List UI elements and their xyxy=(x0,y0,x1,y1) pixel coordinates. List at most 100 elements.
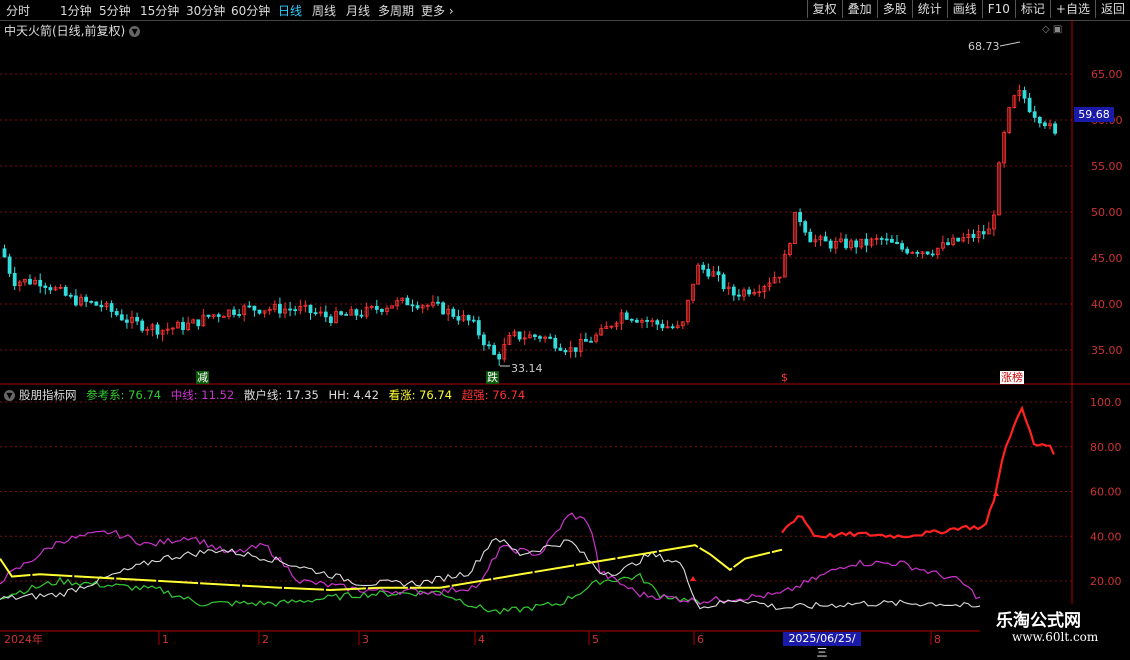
series-sanhuxian xyxy=(0,537,981,611)
candle-body xyxy=(558,347,563,351)
marker-die[interactable]: 跌 xyxy=(486,371,499,384)
candle-body xyxy=(74,295,78,306)
indicator-name[interactable]: 股朋指标网 xyxy=(19,388,77,402)
candle-body xyxy=(517,331,522,340)
candle-body xyxy=(864,238,869,246)
candle-body xyxy=(884,238,889,241)
date-highlight: 2025/06/25/三 xyxy=(783,632,861,659)
current-price-badge: 59.68 xyxy=(1074,107,1114,122)
price-tick-label: 40.00 xyxy=(1091,298,1123,311)
candle-body xyxy=(492,345,497,355)
candle-body xyxy=(119,314,124,321)
x-axis-label: 2 xyxy=(262,633,269,646)
candle-body xyxy=(563,349,568,353)
price-tick-label: 65.00 xyxy=(1091,68,1123,81)
marker-zhangbang[interactable]: 涨榜 xyxy=(1000,371,1024,384)
candle-body xyxy=(481,334,486,346)
marker-dollar[interactable]: $ xyxy=(780,371,789,384)
candle-body xyxy=(1022,90,1027,99)
candle-body xyxy=(451,308,456,317)
x-axis-label: 3 xyxy=(362,633,369,646)
candle-body xyxy=(379,309,384,312)
max-price-label: 68.73 xyxy=(968,40,1000,53)
candle-body xyxy=(99,304,104,308)
candle-body xyxy=(257,309,262,314)
series-cankaoxi xyxy=(0,572,701,615)
indicator-legend: ▼ 股朋指标网 参考系: 76.74 中线: 11.52 散户线: 17.35 H… xyxy=(4,387,531,403)
legend-sanhuxian: 散户线: 17.35 xyxy=(243,388,319,402)
candle-body xyxy=(716,271,721,276)
candle-body xyxy=(252,305,257,311)
signal-arrow-up xyxy=(993,490,999,496)
x-axis-label: 8 xyxy=(934,633,941,646)
candle-body xyxy=(925,251,930,255)
candle-body xyxy=(584,339,588,342)
diamond-icon[interactable]: ◇ xyxy=(1042,24,1050,35)
candle-body xyxy=(155,324,160,335)
candle-body xyxy=(28,278,32,285)
candle-body xyxy=(854,240,859,248)
candle-body xyxy=(196,319,201,327)
stock-title-text: 中天火箭(日线,前复权) xyxy=(4,24,126,38)
chart-canvas[interactable]: 65.00 60.00 55.00 50.00 45.00 40.00 35.00 100.0… xyxy=(0,0,1130,650)
x-axis-label: 1 xyxy=(162,633,169,646)
candle-body xyxy=(410,304,415,307)
candle-body xyxy=(48,287,53,291)
candle-body xyxy=(553,338,558,349)
candle-body xyxy=(216,314,221,317)
chart-options-icons[interactable]: ◇ ▣ xyxy=(1042,24,1062,35)
chevron-down-icon[interactable]: ▼ xyxy=(129,26,141,37)
candle-body xyxy=(497,354,502,360)
candle-body xyxy=(971,233,976,238)
candle-body xyxy=(94,301,99,306)
x-axis-label: 4 xyxy=(478,633,485,646)
series-chaoqiang xyxy=(781,405,1056,540)
candle-body xyxy=(660,323,665,329)
indicator-tick-label: 60.00 xyxy=(1090,486,1122,499)
candle-body xyxy=(823,236,828,242)
candle-body xyxy=(706,268,711,277)
main-chart-title[interactable]: 中天火箭(日线,前复权) ▼ xyxy=(4,22,141,39)
max-arrow xyxy=(999,41,1021,47)
candle-body xyxy=(221,316,226,318)
candle-body xyxy=(635,319,639,323)
candle-body xyxy=(879,238,884,240)
marker-jian[interactable]: 减 xyxy=(196,371,209,384)
candle-body xyxy=(68,294,73,297)
candle-body xyxy=(915,251,920,254)
candle-body xyxy=(441,302,446,315)
candle-body xyxy=(548,336,553,339)
candle-body xyxy=(374,306,379,310)
candle-body xyxy=(1053,123,1057,134)
candle-body xyxy=(313,312,318,315)
min-price-label: 33.14 xyxy=(511,362,543,375)
candle-body xyxy=(803,221,808,233)
indicator-tick-label: 100.0 xyxy=(1090,396,1122,409)
candle-body xyxy=(670,326,675,329)
candle-body xyxy=(905,248,910,254)
candle-body xyxy=(721,274,726,290)
watermark-url: www.60lt.com xyxy=(1012,630,1099,644)
candle-body xyxy=(533,334,537,338)
candle-body xyxy=(232,309,236,315)
price-tick-label: 55.00 xyxy=(1091,160,1123,173)
chevron-down-icon[interactable]: ▼ xyxy=(4,390,15,401)
candle-body xyxy=(89,300,94,303)
candle-body xyxy=(808,231,813,243)
candle-body xyxy=(701,264,706,270)
candle-body xyxy=(1032,111,1037,118)
signal-arrow-up xyxy=(690,576,696,581)
candle-body xyxy=(354,309,359,316)
price-tick-label: 35.00 xyxy=(1091,344,1123,357)
panel-icon[interactable]: ▣ xyxy=(1053,24,1062,35)
candle-body xyxy=(415,305,420,309)
candle-body xyxy=(140,320,145,331)
candle-body xyxy=(466,315,471,321)
indicator-tick-label: 40.00 xyxy=(1090,530,1122,543)
price-tick-label: 45.00 xyxy=(1091,252,1123,265)
candle-body xyxy=(277,303,282,314)
candle-body xyxy=(328,316,333,323)
x-axis-label: 2024年 xyxy=(4,632,43,646)
candle-body xyxy=(645,320,649,322)
candle-body xyxy=(456,316,461,321)
